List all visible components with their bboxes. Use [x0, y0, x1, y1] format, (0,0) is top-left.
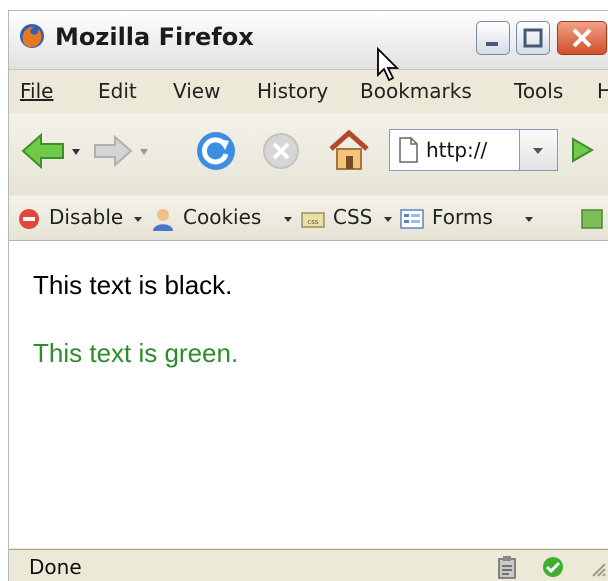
menu-help[interactable]: Help [597, 79, 608, 103]
chevron-down-icon [533, 148, 543, 154]
cookies-label: Cookies [183, 205, 262, 229]
url-bar[interactable]: http:// [389, 129, 520, 171]
back-dropdown-icon[interactable] [71, 148, 81, 156]
menu-file[interactable]: File [20, 79, 53, 103]
firefox-logo-icon [20, 24, 44, 48]
maximize-button[interactable] [516, 21, 550, 55]
navigation-toolbar: http:// [9, 113, 608, 195]
menu-tools-label: Tools [514, 79, 564, 103]
maximize-icon [523, 28, 543, 48]
menu-history-label: History [257, 79, 329, 103]
window-title: Mozilla Firefox [55, 23, 254, 51]
web-developer-toolbar: Disable Cookies css CSS Forms [9, 196, 608, 241]
menu-edit[interactable]: Edit [98, 79, 137, 103]
stop-icon[interactable] [262, 132, 300, 170]
cookies-dropdown-icon [284, 217, 292, 222]
page-content: This text is black. This text is green. [9, 241, 608, 548]
mouse-cursor-icon [377, 47, 400, 82]
forward-arrow-icon[interactable] [93, 135, 133, 167]
menu-tools[interactable]: Tools [514, 79, 563, 103]
css-label: CSS [333, 205, 373, 229]
css-dropdown-icon [384, 217, 392, 222]
minimize-icon [486, 42, 498, 46]
back-arrow-icon[interactable] [21, 133, 65, 169]
go-arrow-icon[interactable] [564, 133, 598, 167]
menu-history[interactable]: History [257, 79, 328, 103]
resize-grip-icon[interactable] [589, 560, 607, 578]
disable-icon [19, 209, 39, 229]
disable-label: Disable [49, 205, 124, 229]
images-icon[interactable] [581, 207, 605, 231]
status-text: Done [29, 555, 82, 579]
check-ok-icon[interactable] [541, 555, 565, 579]
cookies-icon [153, 209, 173, 231]
status-bar: Done [9, 549, 608, 581]
title-bar[interactable]: Mozilla Firefox [9, 11, 608, 70]
url-text: http:// [426, 138, 488, 162]
menu-edit-label: Edit [98, 79, 137, 103]
forms-dropdown-icon [525, 217, 533, 222]
svg-text:css: css [307, 218, 318, 226]
forms-label: Forms [432, 205, 493, 229]
css-icon: css [301, 212, 325, 228]
url-history-dropdown[interactable] [520, 129, 558, 171]
black-text-paragraph: This text is black. [33, 270, 233, 300]
close-button[interactable] [557, 21, 607, 55]
disable-dropdown-icon [134, 217, 142, 222]
forward-dropdown-icon[interactable] [139, 148, 149, 156]
clipboard-icon[interactable] [495, 555, 519, 579]
minimize-button[interactable] [476, 21, 510, 55]
menu-view[interactable]: View [173, 79, 220, 103]
menu-bar: File Edit View History Bookmarks Tools H… [9, 70, 608, 112]
green-text-paragraph: This text is green. [33, 338, 239, 368]
reload-icon[interactable] [195, 130, 237, 172]
menu-help-label: Help [597, 79, 608, 103]
close-icon [572, 28, 592, 48]
forms-icon [400, 209, 424, 229]
firefox-window: Mozilla Firefox File Edit View History B… [8, 10, 608, 581]
home-icon[interactable] [327, 129, 371, 171]
menu-file-label: File [20, 79, 54, 103]
page-icon [399, 137, 418, 163]
menu-view-label: View [173, 79, 221, 103]
